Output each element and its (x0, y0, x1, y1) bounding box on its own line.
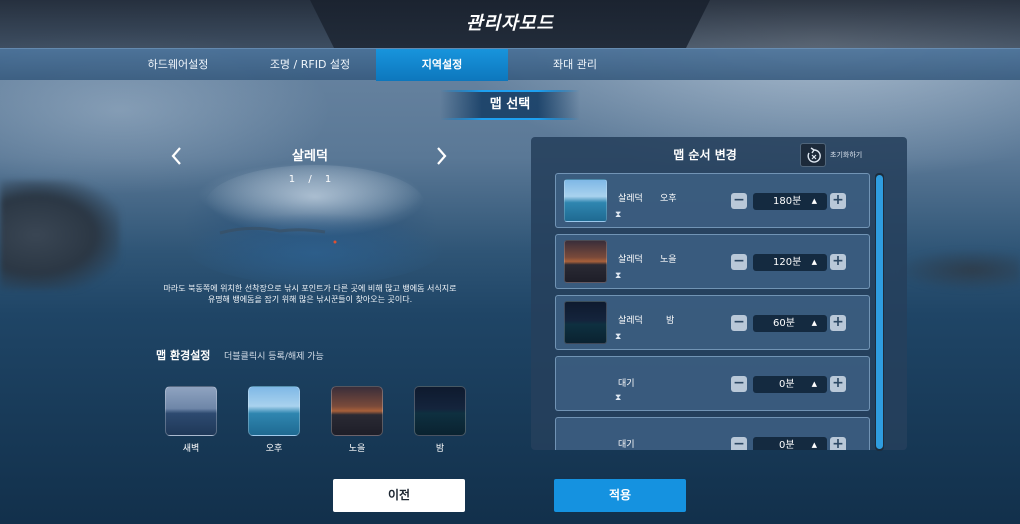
map-name: 살레덕 (292, 149, 328, 164)
environment-dawn-thumbnail (165, 386, 217, 436)
prev-button[interactable]: 이전 (333, 479, 465, 512)
environment-label: 오후 (265, 444, 283, 454)
decrease-duration-button[interactable]: − (731, 376, 747, 392)
tab-bar: 하드웨어설정 조명 / RFID 설정 지역설정 좌대 관리 (0, 48, 1020, 81)
map-page-separator: / (308, 174, 312, 185)
increase-duration-button[interactable]: + (830, 193, 846, 209)
scrollbar[interactable] (875, 173, 884, 451)
hourglass-icon: ⧗ (615, 393, 622, 403)
caret-up-icon: ▲ (811, 441, 817, 449)
background-rock (900, 250, 1020, 290)
duration-value: 0분 (779, 440, 795, 450)
environment-label: 새벽 (182, 444, 200, 454)
decrease-duration-button[interactable]: − (731, 437, 747, 450)
environment-title: 맵 환경설정 (156, 349, 211, 362)
map-order-row[interactable]: 대기 ⧗ − 0분 ▲ + (555, 356, 870, 411)
decrease-duration-button[interactable]: − (731, 315, 747, 331)
duration-select[interactable]: 120분 ▲ (753, 254, 827, 271)
row-time-of-day: 밤 (666, 316, 675, 326)
row-map-name: 살레덕 (618, 194, 643, 204)
environment-label: 노을 (348, 444, 366, 454)
hourglass-icon: ⧗ (615, 210, 622, 220)
map-order-row[interactable]: 살레덕 밤 ⧗ − 60분 ▲ + (555, 295, 870, 350)
duration-select[interactable]: 0분 ▲ (753, 437, 827, 450)
hourglass-icon: ⧗ (615, 271, 622, 281)
map-description: 마라도 북동쪽에 위치한 선착장으로 낚시 포인트가 다른 곳에 비해 많고 뱅… (140, 283, 480, 305)
reset-label: 초기화하기 (830, 151, 863, 159)
row-time-of-day: 노을 (660, 255, 677, 265)
tab-region-settings[interactable]: 지역설정 (376, 49, 508, 81)
row-thumbnail (564, 301, 607, 344)
prev-map-arrow-icon[interactable] (168, 144, 186, 168)
row-map-name: 대기 (618, 440, 635, 450)
duration-value: 120분 (773, 257, 802, 268)
increase-duration-button[interactable]: + (830, 376, 846, 392)
background-rock (0, 180, 120, 290)
row-map-name: 살레덕 (618, 255, 643, 265)
section-title: 맵 선택 (440, 90, 580, 120)
duration-value: 60분 (773, 318, 795, 329)
map-order-row-clip: 대기 − 0분 ▲ + (555, 417, 870, 450)
environment-dawn[interactable]: 새벽 (165, 386, 217, 454)
tab-lighting-rfid-settings[interactable]: 조명 / RFID 설정 (244, 49, 376, 81)
row-map-name: 살레덕 (618, 316, 643, 326)
decrease-duration-button[interactable]: − (731, 254, 747, 270)
caret-up-icon: ▲ (811, 319, 817, 327)
environment-sunset[interactable]: 노을 (331, 386, 383, 454)
duration-select[interactable]: 180분 ▲ (753, 193, 827, 210)
duration-value: 180분 (773, 196, 802, 207)
environment-afternoon[interactable]: 오후 (248, 386, 300, 454)
duration-select[interactable]: 60분 ▲ (753, 315, 827, 332)
increase-duration-button[interactable]: + (830, 315, 846, 331)
environment-sunset-thumbnail (331, 386, 383, 436)
tab-hardware-settings[interactable]: 하드웨어설정 (110, 49, 246, 81)
environment-label: 밤 (435, 444, 445, 454)
hourglass-icon: ⧗ (615, 332, 622, 342)
duration-value: 0분 (779, 379, 795, 390)
caret-up-icon: ▲ (811, 197, 817, 205)
reset-icon (807, 147, 821, 163)
duration-select[interactable]: 0분 ▲ (753, 376, 827, 393)
increase-duration-button[interactable]: + (830, 254, 846, 270)
scrollbar-thumb[interactable] (876, 175, 883, 449)
next-map-arrow-icon[interactable] (432, 144, 450, 168)
row-thumbnail (564, 179, 607, 222)
environment-night[interactable]: 밤 (414, 386, 466, 454)
map-page-indicator: 1 / 1 (270, 174, 350, 185)
environment-afternoon-thumbnail (248, 386, 300, 436)
reset-button[interactable] (800, 143, 826, 167)
map-order-row[interactable]: 살레덕 노을 ⧗ − 120분 ▲ + (555, 234, 870, 289)
environment-night-thumbnail (414, 386, 466, 436)
map-page-current: 1 (288, 174, 296, 185)
page-title: 관리자모드 (466, 13, 554, 34)
row-map-name: 대기 (618, 379, 635, 389)
apply-button[interactable]: 적용 (554, 479, 686, 512)
map-description-line: 유명해 뱅에돔을 잡기 위해 많은 낚시꾼들이 찾아오는 곳이다. (207, 295, 413, 304)
decrease-duration-button[interactable]: − (731, 193, 747, 209)
caret-up-icon: ▲ (811, 258, 817, 266)
increase-duration-button[interactable]: + (830, 437, 846, 450)
map-order-title: 맵 순서 변경 (673, 148, 737, 162)
map-description-line: 마라도 북동쪽에 위치한 선착장으로 낚시 포인트가 다른 곳에 비해 많고 뱅… (163, 284, 457, 293)
map-order-row[interactable]: 대기 − 0분 ▲ + (555, 417, 870, 450)
map-order-row[interactable]: 살레덕 오후 ⧗ − 180분 ▲ + (555, 173, 870, 228)
tab-seat-management[interactable]: 좌대 관리 (508, 49, 642, 81)
caret-up-icon: ▲ (811, 380, 817, 388)
map-page-total: 1 (324, 174, 332, 185)
environment-hint: 더블클릭시 등록/해제 가능 (224, 352, 324, 362)
row-thumbnail (564, 240, 607, 283)
row-time-of-day: 오후 (660, 194, 677, 204)
